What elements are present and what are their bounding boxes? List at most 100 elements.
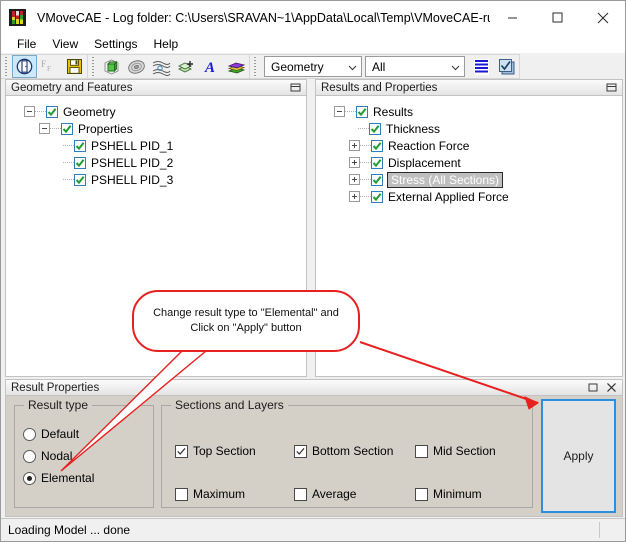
collapse-expander-icon[interactable] — [334, 106, 345, 117]
ff-fields-icon: F F — [37, 55, 62, 78]
save-icon[interactable] — [62, 55, 87, 78]
tree-checkbox[interactable] — [371, 190, 383, 203]
toolbar-grip-icon[interactable] — [253, 57, 259, 76]
annotation-text-icon[interactable]: A — [199, 55, 224, 78]
contour-lines-icon[interactable] — [149, 55, 174, 78]
results-tree-panel: Results Thickness Reaction Force Displac… — [315, 96, 623, 377]
mesh-disc-icon[interactable] — [124, 55, 149, 78]
collapse-expander-icon[interactable] — [24, 106, 35, 117]
tree-item[interactable]: Results — [316, 103, 622, 120]
checkbox-indicator[interactable] — [415, 444, 428, 458]
radio-default[interactable]: Default — [23, 427, 79, 441]
checkbox-indicator[interactable] — [415, 487, 428, 501]
legend-bars-icon[interactable] — [469, 55, 494, 78]
tree-item-label: PSHELL PID_2 — [91, 155, 174, 170]
minimize-icon[interactable] — [490, 1, 535, 34]
checkbox-label: Bottom Section — [312, 444, 394, 458]
tree-item[interactable]: Properties — [6, 120, 306, 137]
expand-expander-icon[interactable] — [349, 191, 360, 202]
geometry-cube-icon[interactable] — [99, 55, 124, 78]
toolbar-grip-icon[interactable] — [4, 57, 10, 76]
tree-checkbox[interactable] — [356, 105, 368, 118]
checkbox-indicator[interactable] — [294, 444, 307, 458]
tree-checkbox[interactable] — [369, 122, 381, 135]
close-panel-icon[interactable] — [605, 381, 618, 394]
tree-checkbox[interactable] — [74, 139, 86, 152]
tree-checkbox[interactable] — [371, 173, 383, 186]
chevron-down-icon — [348, 60, 357, 74]
vmovecae-logo-icon — [9, 9, 26, 26]
checkbox-average[interactable]: Average — [294, 487, 356, 501]
checkbox-indicator[interactable] — [175, 487, 188, 501]
tree-checkbox[interactable] — [371, 139, 383, 152]
toolbar: F F A Geometry All — [1, 53, 625, 80]
expand-expander-icon[interactable] — [349, 157, 360, 168]
checkbox-top-section[interactable]: Top Section — [175, 444, 256, 458]
radio-label: Elemental — [41, 471, 95, 485]
close-icon[interactable] — [580, 1, 625, 34]
radio-indicator[interactable] — [23, 471, 36, 485]
apply-button-label: Apply — [563, 449, 594, 463]
tree-item[interactable]: PSHELL PID_1 — [6, 137, 306, 154]
tree-item[interactable]: PSHELL PID_2 — [6, 154, 306, 171]
geometry-panel-header: Geometry and Features — [5, 79, 307, 96]
tree-item-label: Stress (All Sections) — [387, 171, 504, 188]
checkbox-bottom-section[interactable]: Bottom Section — [294, 444, 393, 458]
tree-item[interactable]: PSHELL PID_3 — [6, 171, 306, 188]
tree-connector — [358, 127, 369, 130]
menu-item-help[interactable]: Help — [146, 36, 187, 52]
results-panel-title: Results and Properties — [321, 81, 438, 94]
entity-type-select[interactable]: Geometry — [264, 56, 362, 77]
tree-item-selected[interactable]: Stress (All Sections) — [316, 171, 622, 188]
tree-connector — [63, 178, 74, 181]
radio-indicator[interactable] — [23, 449, 36, 463]
layers-stack-icon[interactable] — [224, 55, 249, 78]
restore-panel-icon[interactable] — [605, 81, 618, 94]
checkbox-label: Minimum — [433, 487, 482, 501]
checkbox-maximum[interactable]: Maximum — [175, 487, 245, 501]
tree-item[interactable]: Thickness — [316, 120, 622, 137]
restore-panel-icon[interactable] — [587, 381, 600, 394]
add-layer-icon[interactable] — [174, 55, 199, 78]
checkbox-mid-section[interactable]: Mid Section — [415, 444, 496, 458]
svg-text:F: F — [41, 59, 46, 69]
menu-item-file[interactable]: File — [9, 36, 44, 52]
maximize-icon[interactable] — [535, 1, 580, 34]
result-type-legend: Result type — [24, 398, 93, 412]
tree-checkbox[interactable] — [74, 156, 86, 169]
tree-item[interactable]: Reaction Force — [316, 137, 622, 154]
checkbox-indicator[interactable] — [175, 444, 188, 458]
tree-item[interactable]: Displacement — [316, 154, 622, 171]
restore-panel-icon[interactable] — [289, 81, 302, 94]
radio-nodal[interactable]: Nodal — [23, 449, 72, 463]
tree-checkbox[interactable] — [46, 105, 58, 118]
tree-checkbox[interactable] — [61, 122, 73, 135]
tree-checkbox[interactable] — [371, 156, 383, 169]
menu-item-settings[interactable]: Settings — [86, 36, 145, 52]
expand-expander-icon[interactable] — [349, 140, 360, 151]
tree-item[interactable]: External Applied Force — [316, 188, 622, 205]
tree-item[interactable]: Geometry — [6, 103, 306, 120]
entity-filter-select[interactable]: All — [365, 56, 465, 77]
sections-and-layers-legend: Sections and Layers — [171, 398, 288, 412]
menu-item-view[interactable]: View — [44, 36, 86, 52]
tree-connector — [35, 110, 46, 113]
radio-indicator[interactable] — [23, 427, 36, 441]
menu-bar: File View Settings Help — [1, 34, 625, 53]
toolbar-grip-icon[interactable] — [91, 57, 97, 76]
tree-checkbox[interactable] — [74, 173, 86, 186]
checkbox-minimum[interactable]: Minimum — [415, 487, 482, 501]
expand-expander-icon[interactable] — [349, 174, 360, 185]
tree-item-label: PSHELL PID_1 — [91, 138, 174, 153]
select-all-icon[interactable] — [494, 55, 519, 78]
checkbox-label: Maximum — [193, 487, 246, 501]
results-tree: Results Thickness Reaction Force Displac… — [316, 96, 622, 205]
checkbox-label: Average — [312, 487, 357, 501]
open-model-icon[interactable] — [12, 55, 37, 78]
checkbox-indicator[interactable] — [294, 487, 307, 501]
instruction-callout: Change result type to "Elemental" and Cl… — [132, 290, 360, 352]
collapse-expander-icon[interactable] — [39, 123, 50, 134]
apply-button[interactable]: Apply — [541, 399, 616, 513]
window-controls — [490, 1, 625, 34]
radio-elemental[interactable]: Elemental — [23, 471, 94, 485]
